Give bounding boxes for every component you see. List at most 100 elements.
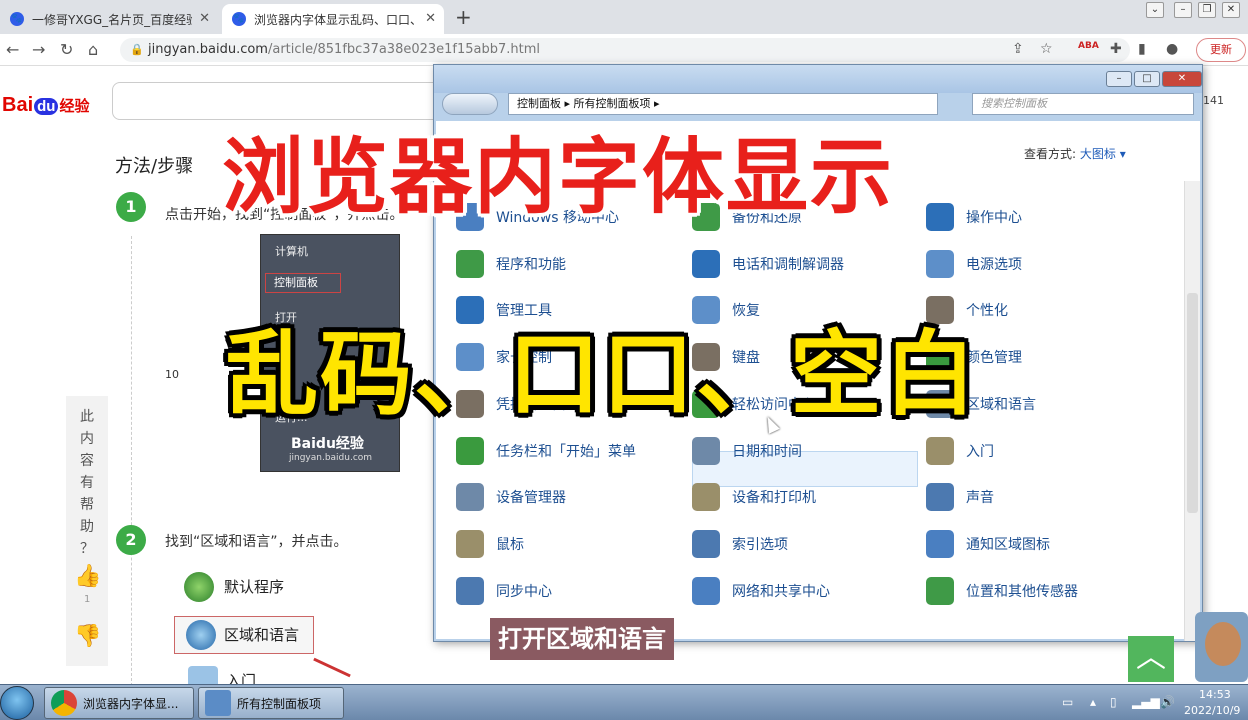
chevron-down-icon[interactable]: ⌄: [1146, 2, 1164, 18]
lock-icon: 🔒: [130, 43, 144, 56]
cp-item[interactable]: 日期和时间: [692, 435, 802, 467]
minimize-icon[interactable]: –: [1106, 71, 1132, 87]
cp-item-label: 网络和共享中心: [732, 583, 830, 600]
restore-icon[interactable]: ❐: [1198, 2, 1216, 18]
presenter-face: [1205, 622, 1241, 666]
keyboard-icon[interactable]: ▭: [1062, 695, 1073, 709]
cp-item-label: 程序和功能: [496, 256, 566, 273]
show-hidden-icons[interactable]: ▴: [1090, 695, 1096, 709]
close-icon[interactable]: ✕: [1162, 71, 1202, 87]
scrollbar-thumb[interactable]: [1187, 293, 1198, 513]
network-icon[interactable]: ▂▄▆: [1132, 695, 1160, 709]
cp-item[interactable]: 同步中心: [456, 575, 552, 607]
clock-time[interactable]: 14:53: [1199, 688, 1231, 701]
cp-item[interactable]: 电话和调制解调器: [692, 248, 844, 280]
cp-item[interactable]: 电源选项: [926, 248, 1022, 280]
start-menu-item: 计算机: [275, 245, 308, 258]
watermark: Baidu经验: [291, 436, 364, 452]
globe-icon: [186, 620, 216, 650]
cp-item-label: 电源选项: [966, 256, 1022, 273]
sidebar-char: 助: [80, 519, 94, 535]
video-headline: 浏览器内字体显示: [222, 130, 895, 225]
taskbar-item-browser[interactable]: 浏览器内字体显...: [44, 687, 194, 719]
cp-item-label: 入门: [966, 443, 994, 460]
star-icon[interactable]: ☆: [1040, 41, 1053, 57]
sidebar-icon[interactable]: ▮: [1138, 41, 1146, 57]
taskbar-item-control-panel[interactable]: 所有控制面板项: [198, 687, 344, 719]
maximize-icon[interactable]: □: [1134, 71, 1160, 87]
extensions-icon[interactable]: ✚: [1110, 41, 1122, 57]
scrollbar[interactable]: [1184, 181, 1200, 641]
window-caption[interactable]: – □ ✕: [434, 65, 1202, 93]
cp-item-icon: [692, 529, 720, 558]
back-icon[interactable]: ←: [6, 40, 19, 59]
reload-icon[interactable]: ↻: [60, 40, 73, 59]
update-button[interactable]: 更新: [1196, 38, 1246, 62]
forward-icon[interactable]: →: [32, 40, 45, 59]
profile-icon[interactable]: ●: [1166, 41, 1178, 57]
tab-yxgg[interactable]: 🐾 一修哥YXGG_名片页_百度经验 ✕: [0, 4, 218, 34]
step-number: 2: [116, 525, 146, 555]
cp-item-label: 设备和打印机: [732, 490, 816, 507]
volume-icon[interactable]: 🔊: [1160, 695, 1175, 709]
cp-item-label: 鼠标: [496, 536, 524, 553]
cp-item[interactable]: 任务栏和「开始」菜单: [456, 435, 636, 467]
cp-item-label: 同步中心: [496, 583, 552, 600]
cp-search-input[interactable]: 搜索控制面板: [972, 93, 1194, 115]
cp-item-label: 任务栏和「开始」菜单: [496, 443, 636, 460]
back-to-top-icon[interactable]: ︿: [1128, 636, 1174, 682]
close-tab-icon[interactable]: ✕: [425, 11, 436, 26]
start-button-icon[interactable]: [0, 686, 34, 720]
home-icon[interactable]: ⌂: [88, 40, 98, 59]
cp-item-icon: [456, 249, 484, 278]
battery-icon[interactable]: ▯: [1110, 695, 1117, 709]
tab-article[interactable]: 🐾 浏览器内字体显示乱码、口口、空 ✕: [222, 4, 444, 34]
cp-item[interactable]: 声音: [926, 481, 994, 513]
tab-strip: 🐾 一修哥YXGG_名片页_百度经验 ✕ 🐾 浏览器内字体显示乱码、口口、空 ✕…: [0, 0, 1248, 34]
minimize-icon[interactable]: –: [1174, 2, 1192, 18]
url-host: jingyan.baidu.com: [148, 42, 268, 57]
cp-item-icon: [926, 249, 954, 278]
cp-item[interactable]: 操作中心: [926, 201, 1022, 233]
step-divider: [131, 236, 132, 686]
cp-item[interactable]: 入门: [926, 435, 994, 467]
default-programs-icon: [184, 572, 214, 602]
breadcrumb-item[interactable]: 控制面板: [517, 97, 561, 110]
new-tab-icon[interactable]: +: [455, 5, 472, 29]
thumbs-down-icon[interactable]: 👎: [74, 624, 101, 649]
cp-item-icon: [926, 436, 954, 465]
cp-item-icon: [926, 529, 954, 558]
cp-item[interactable]: 设备和打印机: [692, 481, 816, 513]
thumbs-up-icon[interactable]: 👍: [74, 564, 101, 589]
sidebar-char: 容: [80, 453, 94, 469]
adblock-icon[interactable]: ABA: [1078, 41, 1099, 51]
cp-item[interactable]: 程序和功能: [456, 248, 566, 280]
red-arrow: [313, 657, 351, 678]
cp-item-label: 日期和时间: [732, 443, 802, 460]
taskbar: 浏览器内字体显... 所有控制面板项 ▭ ▴ ▯ ▂▄▆ 🔊 14:53 202…: [0, 684, 1248, 720]
clock-date[interactable]: 2022/10/9: [1184, 704, 1240, 717]
chrome-icon: [51, 690, 77, 716]
cp-item[interactable]: 网络和共享中心: [692, 575, 830, 607]
cp-item[interactable]: 索引选项: [692, 528, 788, 560]
share-icon[interactable]: ⇪: [1012, 41, 1024, 57]
view-dropdown[interactable]: 大图标 ▾: [1080, 147, 1126, 161]
close-tab-icon[interactable]: ✕: [199, 11, 210, 26]
step-text: 找到“区域和语言”，并点击。: [165, 534, 348, 550]
breadcrumb-item[interactable]: 所有控制面板项: [574, 97, 651, 110]
tab-title: 一修哥YXGG_名片页_百度经验: [32, 12, 192, 27]
logo-du: du: [34, 98, 59, 115]
control-panel-icon: [205, 690, 231, 716]
cp-item-label: 位置和其他传感器: [966, 583, 1078, 600]
close-icon[interactable]: ✕: [1222, 2, 1240, 18]
cp-item[interactable]: 位置和其他传感器: [926, 575, 1078, 607]
cp-item[interactable]: 设备管理器: [456, 481, 566, 513]
address-bar[interactable]: 🔒 jingyan.baidu.com/article/851fbc37a38e…: [120, 38, 1130, 62]
baidu-jingyan-logo[interactable]: Bai du 经验: [2, 94, 89, 117]
cp-item[interactable]: 鼠标: [456, 528, 524, 560]
cp-item-icon: [456, 483, 484, 512]
sidebar-char: ？: [80, 541, 94, 557]
cp-item[interactable]: 通知区域图标: [926, 528, 1050, 560]
sidebar-char: 内: [80, 431, 94, 447]
sidebar-char: 帮: [80, 497, 94, 513]
